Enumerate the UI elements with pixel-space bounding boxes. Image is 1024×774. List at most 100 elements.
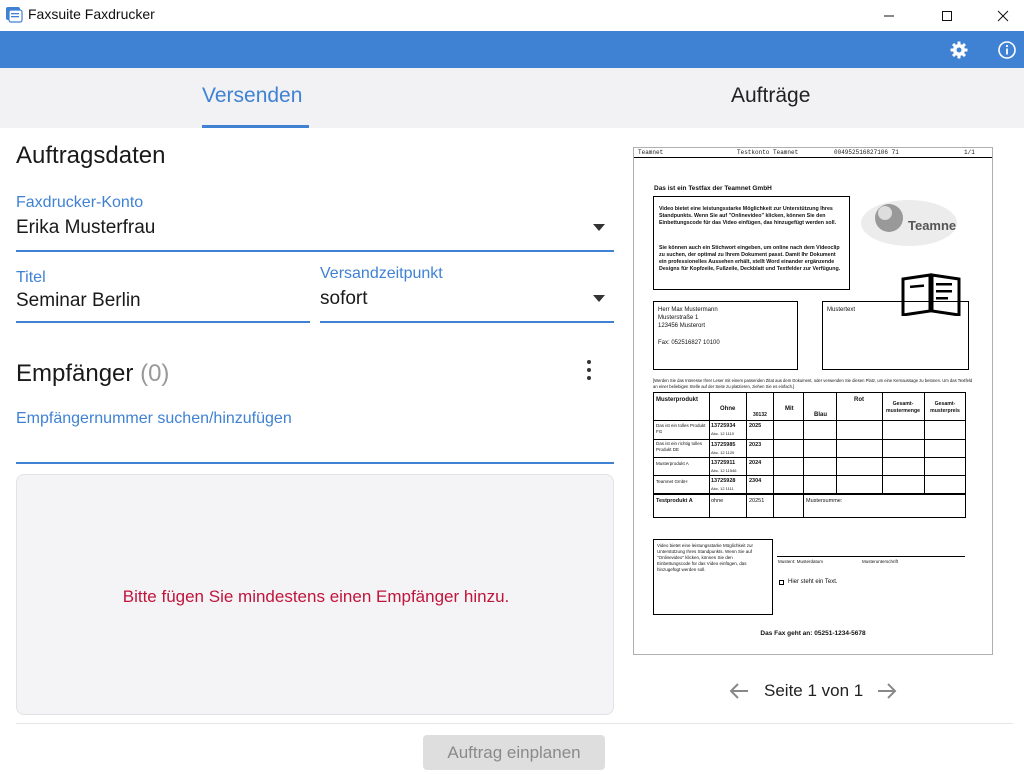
fax-row-sub: Abc. 12 1120	[711, 450, 735, 455]
fax-sig-right: Musterunterschrift	[862, 559, 899, 564]
send-time-select[interactable]: sofort	[320, 288, 368, 310]
title-input[interactable]: Seminar Berlin	[16, 290, 141, 312]
fax-th-ohne: Ohne	[720, 406, 736, 412]
fax-table-divider	[654, 493, 965, 495]
fax-row-year: 2024	[749, 460, 762, 466]
title-label: Titel	[16, 269, 46, 286]
more-options-icon[interactable]	[584, 360, 594, 384]
minimize-icon	[884, 15, 894, 16]
page-indicator: Seite 1 von 1	[764, 681, 864, 700]
gear-icon[interactable]	[949, 40, 969, 60]
maximize-icon	[942, 10, 952, 21]
active-tab-indicator	[202, 125, 309, 128]
fax-table-col	[709, 393, 710, 517]
fax-sample-text-box: Mustertext	[822, 301, 969, 370]
fax-note: [Werden Sie das Interesse Ihrer Leser mi…	[653, 378, 973, 389]
recipients-list: Bitte fügen Sie mindestens einen Empfäng…	[16, 474, 614, 715]
fax-th-code: 30132	[753, 412, 767, 418]
fax-address-line-3: 123456 Musterort	[658, 323, 706, 329]
recipients-section-title: Empfänger (0)	[16, 360, 169, 388]
close-button[interactable]	[980, 0, 1024, 31]
recipient-search-label: Empfängernummer suchen/hinzufügen	[16, 410, 292, 427]
fax-table-divider	[654, 420, 965, 421]
window-title: Faxsuite Faxdrucker	[28, 6, 155, 22]
tab-versenden[interactable]: Versenden	[202, 84, 302, 108]
account-underline	[16, 250, 614, 252]
recipients-count: (0)	[140, 360, 170, 387]
app-logo-icon	[6, 7, 23, 23]
fax-intro-p1: Video bietet eine leistungsstarke Möglic…	[659, 206, 837, 226]
title-underline	[16, 321, 310, 323]
fax-th-rot: Rot	[854, 397, 864, 403]
title-bar: Faxsuite Faxdrucker	[0, 0, 1024, 31]
recipient-search-input[interactable]	[16, 432, 614, 458]
fax-row-code: 13725911	[711, 460, 736, 466]
fax-row-sub: Abc. 12 1110	[711, 431, 734, 436]
fax-sig-left: Muster4: Musterdatum	[778, 559, 824, 564]
send-time-label: Versandzeitpunkt	[320, 265, 443, 282]
recipients-title-text: Empfänger	[16, 360, 134, 387]
account-label: Faxdrucker-Konto	[16, 194, 144, 211]
fax-address-line-2: Musterstraße 1	[658, 315, 699, 321]
fax-preview: Teamnet Testkonto Teamnet 00495251682710…	[633, 147, 993, 655]
schedule-order-button[interactable]: Auftrag einplanen	[423, 735, 605, 770]
fax-address-fax: Fax: 052516827 10100	[658, 340, 720, 346]
fax-summary-label: Mustersumme:	[806, 498, 843, 504]
fax-th-blau: Blau	[814, 412, 828, 418]
fax-row-product: Das ist ein richtig tolles Produkt DE	[656, 441, 703, 452]
teamnet-logo: Teamne	[861, 200, 957, 246]
info-icon[interactable]	[997, 40, 1017, 60]
fax-th-product: Musterprodukt	[656, 397, 698, 403]
fax-row-code: 13725985	[711, 442, 736, 448]
arrow-right-icon[interactable]	[876, 680, 898, 702]
fax-row-year: 2025	[749, 423, 762, 429]
fax-header: Teamnet Testkonto Teamnet 00495251682710…	[634, 148, 992, 158]
fax-signature-line	[777, 556, 965, 557]
fax-table-col	[773, 393, 774, 517]
fax-row-year: 2304	[749, 478, 762, 484]
arrow-left-icon[interactable]	[728, 680, 750, 702]
fax-row-product: Das ist ein tolles Produkt FG	[656, 423, 706, 434]
fax-summary-code: ohne	[711, 498, 724, 504]
fax-intro-p2: Sie können auch ein Stichwort eingeben, …	[659, 245, 841, 272]
fax-row-code: 13725934	[711, 423, 736, 429]
fax-footer: Das Fax geht an: 05251-1234-5678	[760, 630, 866, 637]
fax-th-mit: Mit	[785, 406, 794, 412]
toolbar	[0, 31, 1024, 68]
bottom-divider	[16, 723, 1013, 724]
fax-intro-box: Video bietet eine leistungsstarke Möglic…	[653, 196, 850, 290]
fax-table-col	[836, 393, 837, 493]
fax-table-divider	[654, 475, 965, 476]
close-icon	[997, 10, 1009, 21]
fax-header-left: Teamnet	[638, 149, 664, 156]
fax-video-box: Video bietet eine leistungsstarke Möglic…	[653, 539, 773, 615]
account-select[interactable]: Erika Musterfrau	[16, 217, 155, 239]
fax-heading: Das ist ein Testfax der Teamnet GmbH	[654, 185, 772, 192]
svg-text:Teamne: Teamne	[908, 218, 956, 233]
fax-table-divider	[654, 457, 965, 458]
maximize-button[interactable]	[924, 0, 970, 31]
fax-th-total-price: Gesamt-musterpreis	[930, 401, 960, 414]
fax-video-text: Video bietet eine leistungsstarke Möglic…	[657, 543, 753, 572]
fax-checkbox-text: Hier steht ein Text.	[788, 579, 838, 585]
fax-sample-text-label: Mustertext	[827, 307, 856, 313]
fax-header-page: 1/1	[964, 149, 975, 156]
chevron-down-icon[interactable]	[593, 295, 605, 302]
tab-bar: Versenden Aufträge	[0, 68, 1024, 128]
minimize-button[interactable]	[866, 0, 912, 31]
fax-row-product: Musterprodukt A	[656, 461, 689, 466]
empty-recipients-message: Bitte fügen Sie mindestens einen Empfäng…	[122, 587, 510, 606]
fax-row-code: 13725928	[711, 478, 736, 484]
fax-table-col	[746, 393, 747, 517]
fax-table: Musterprodukt Ohne 30132 Mit Blau Rot Ge…	[653, 392, 966, 518]
fax-table-col	[882, 393, 883, 493]
send-time-underline	[320, 321, 614, 323]
fax-row-sub: Abc. 12 1111	[711, 486, 734, 491]
fax-address-box: Herr Max Mustermann Musterstraße 1 12345…	[653, 301, 798, 370]
chevron-down-icon[interactable]	[593, 224, 605, 231]
fax-row-product: Teamnet GmbH	[656, 479, 688, 484]
fax-table-col	[803, 393, 804, 517]
fax-row-year: 2023	[749, 442, 762, 448]
tab-auftraege[interactable]: Aufträge	[731, 84, 810, 108]
recipient-search-underline	[16, 462, 614, 464]
